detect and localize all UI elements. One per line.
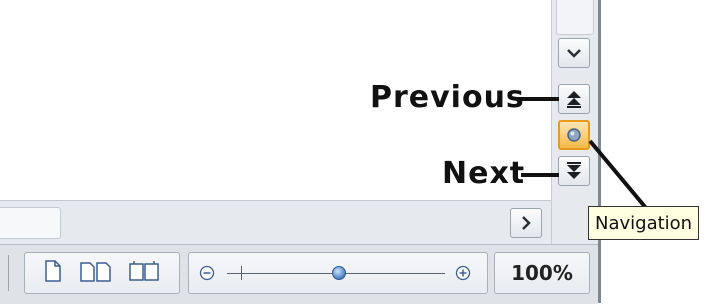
previous-annotation-label: Previous [370, 80, 525, 115]
scroll-down-button[interactable] [558, 38, 590, 68]
zoom-slider[interactable] [188, 252, 488, 294]
previous-callout-line [517, 97, 559, 101]
book-view-icon [128, 261, 159, 281]
view-layout-group [24, 252, 180, 294]
previous-button[interactable] [558, 84, 590, 114]
single-page-view-button[interactable] [42, 259, 64, 287]
next-callout-line [521, 173, 559, 177]
double-chevron-up-icon [567, 91, 581, 108]
zoom-slider-tick [241, 266, 242, 280]
status-bar: 100% [0, 244, 598, 304]
navigation-circle-icon [567, 128, 581, 142]
zoom-in-icon[interactable] [455, 265, 471, 281]
zoom-out-icon[interactable] [199, 265, 215, 281]
scroll-right-button[interactable] [510, 208, 542, 238]
horizontal-scrollbar[interactable] [0, 200, 551, 245]
zoom-slider-handle[interactable] [332, 266, 346, 280]
multi-page-view-button[interactable] [79, 259, 113, 287]
status-separator [8, 255, 12, 291]
tooltip-text: Navigation [595, 212, 693, 234]
zoom-percent-field[interactable]: 100% [494, 252, 590, 294]
chevron-right-icon [522, 216, 531, 230]
horizontal-scroll-thumb[interactable] [0, 207, 61, 239]
vertical-scroll-track[interactable] [556, 0, 594, 35]
navigation-tooltip: Navigation [588, 206, 700, 240]
book-view-button[interactable] [128, 259, 162, 287]
single-page-icon [45, 260, 62, 282]
navigation-button[interactable] [558, 120, 590, 150]
next-button[interactable] [558, 156, 590, 186]
multi-page-icon [80, 262, 111, 282]
zoom-percent-value: 100% [511, 261, 573, 285]
double-chevron-down-icon [567, 162, 581, 179]
chevron-down-icon [567, 49, 581, 58]
right-margin [608, 0, 717, 303]
window-frame-divider [598, 0, 601, 303]
next-annotation-label: Next [442, 156, 526, 191]
